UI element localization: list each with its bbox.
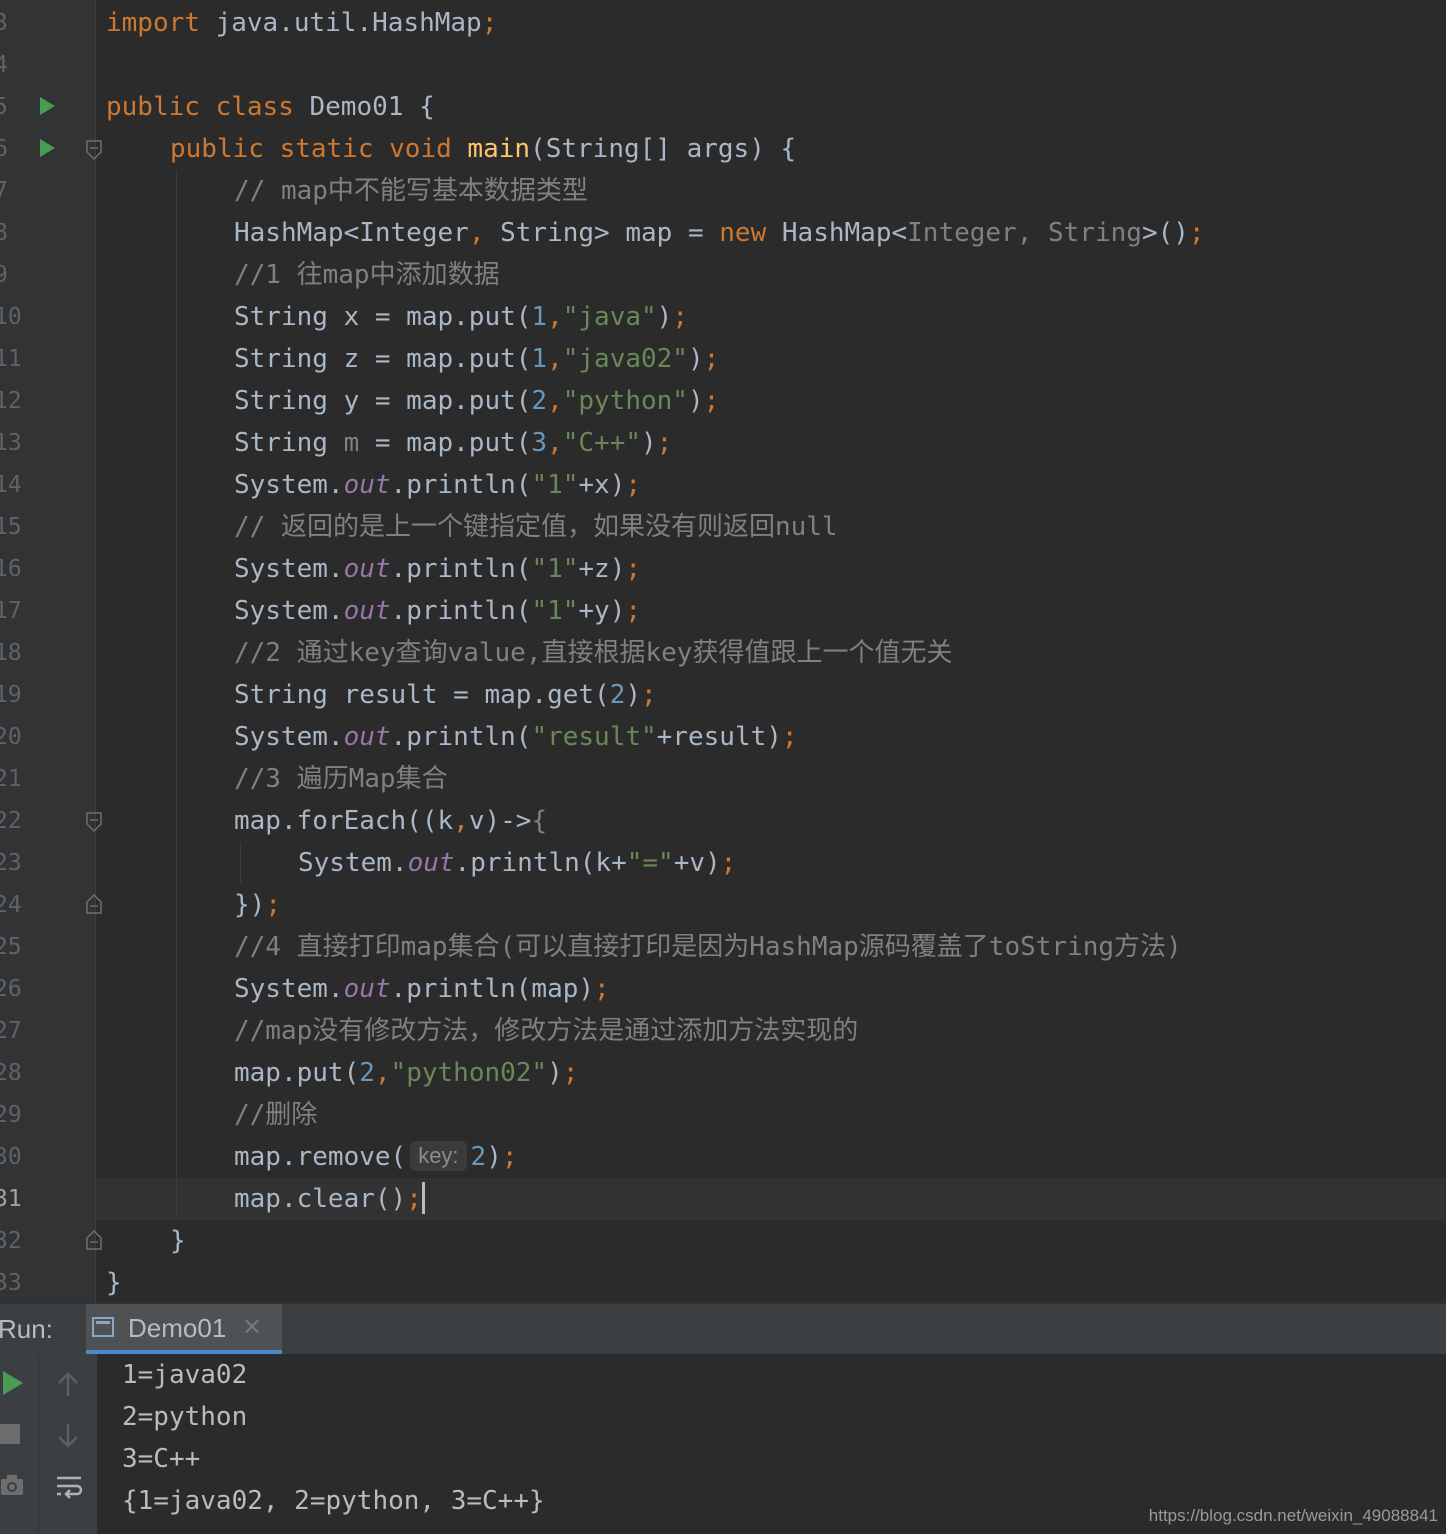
line-number: 17 bbox=[0, 598, 22, 624]
line-number: 4 bbox=[0, 52, 8, 78]
console-output-line: 1=java02 bbox=[122, 1360, 248, 1390]
code-line-33: } bbox=[106, 1268, 122, 1298]
line-number: 10 bbox=[0, 304, 22, 330]
code-line-21: //3 遍历Map集合 bbox=[234, 764, 448, 794]
code-line-27: //map没有修改方法，修改方法是通过添加方法实现的 bbox=[234, 1016, 859, 1046]
code-line-30: map.remove(key: 2); bbox=[234, 1140, 518, 1172]
code-line-3: import java.util.HashMap; bbox=[106, 8, 498, 38]
line-number: 23 bbox=[0, 850, 22, 876]
code-line-18: //2 通过key查询value,直接根据key获得值跟上一个值无关 bbox=[234, 638, 953, 668]
code-line-5: public class Demo01 { bbox=[106, 92, 435, 122]
line-number: 29 bbox=[0, 1102, 22, 1128]
code-line-8: HashMap<Integer, String> map = new HashM… bbox=[234, 218, 1205, 248]
code-line-7: // map中不能写基本数据类型 bbox=[234, 176, 588, 206]
fold-icon[interactable] bbox=[86, 812, 102, 832]
soft-wrap-icon[interactable] bbox=[55, 1474, 83, 1502]
rerun-icon[interactable] bbox=[2, 1370, 24, 1396]
code-line-24: }); bbox=[234, 890, 281, 920]
line-number: 24 bbox=[0, 892, 22, 918]
close-icon[interactable]: × bbox=[242, 1312, 262, 1340]
parameter-hint: key: bbox=[410, 1140, 467, 1171]
line-number: 31 bbox=[0, 1186, 22, 1212]
fold-icon[interactable] bbox=[86, 140, 102, 160]
code-line-20: System.out.println("result"+result); bbox=[234, 722, 798, 752]
camera-icon[interactable] bbox=[0, 1474, 24, 1496]
console-tab-icon bbox=[92, 1317, 114, 1337]
code-line-10: String x = map.put(1,"java"); bbox=[234, 302, 688, 332]
code-line-25: //4 直接打印map集合(可以直接打印是因为HashMap源码覆盖了toStr… bbox=[234, 932, 1182, 962]
run-label: Run: bbox=[0, 1314, 53, 1344]
line-number: 28 bbox=[0, 1060, 22, 1086]
run-panel-header: Run: Demo01 × bbox=[0, 1303, 1446, 1354]
code-line-12: String y = map.put(2,"python"); bbox=[234, 386, 720, 416]
scroll-down-icon[interactable] bbox=[57, 1422, 79, 1448]
code-line-13: String m = map.put(3,"C++"); bbox=[234, 428, 673, 458]
line-number: 12 bbox=[0, 388, 22, 414]
line-number: 9 bbox=[0, 262, 8, 288]
code-line-26: System.out.println(map); bbox=[234, 974, 610, 1004]
code-line-32: } bbox=[170, 1226, 186, 1256]
code-editor[interactable]: 3 4 5 6 7 8 9 10 11 12 13 14 15 16 17 18 19 20 21 22 23 24 25 2… bbox=[0, 0, 1446, 1303]
line-number: 22 bbox=[0, 808, 22, 834]
gutter-separator bbox=[95, 0, 96, 1303]
line-number: 13 bbox=[0, 430, 22, 456]
line-number: 27 bbox=[0, 1018, 22, 1044]
line-number: 19 bbox=[0, 682, 22, 708]
line-number: 14 bbox=[0, 472, 22, 498]
code-line-14: System.out.println("1"+x); bbox=[234, 470, 642, 500]
console-output-line: 2=python bbox=[122, 1402, 248, 1432]
console-output-line: {1=java02, 2=python, 3=C++} bbox=[122, 1486, 545, 1516]
line-number: 21 bbox=[0, 766, 22, 792]
line-number: 15 bbox=[0, 514, 22, 540]
watermark: https://blog.csdn.net/weixin_49088841 bbox=[1148, 1506, 1438, 1525]
code-line-29: //删除 bbox=[234, 1100, 318, 1130]
line-number: 25 bbox=[0, 934, 22, 960]
code-line-15: // 返回的是上一个键指定值，如果没有则返回null bbox=[234, 512, 838, 542]
line-number: 32 bbox=[0, 1228, 22, 1254]
console-output-line: 3=C++ bbox=[122, 1444, 201, 1474]
code-line-17: System.out.println("1"+y); bbox=[234, 596, 642, 626]
code-line-9: //1 往map中添加数据 bbox=[234, 260, 500, 290]
line-number: 16 bbox=[0, 556, 22, 582]
line-number: 6 bbox=[0, 136, 8, 162]
fold-icon[interactable] bbox=[86, 894, 102, 914]
line-number: 3 bbox=[0, 10, 8, 36]
line-number: 18 bbox=[0, 640, 22, 666]
code-line-23: System.out.println(k+"="+v); bbox=[298, 848, 737, 878]
fold-icon[interactable] bbox=[86, 1230, 102, 1250]
code-line-16: System.out.println("1"+z); bbox=[234, 554, 642, 584]
code-line-28: map.put(2,"python02"); bbox=[234, 1058, 579, 1088]
indent-guide bbox=[240, 842, 241, 884]
run-gutter-icon[interactable] bbox=[40, 97, 55, 115]
line-number: 11 bbox=[0, 346, 22, 372]
scroll-up-icon[interactable] bbox=[57, 1372, 79, 1398]
code-line-11: String z = map.put(1,"java02"); bbox=[234, 344, 720, 374]
tab-demo01[interactable]: Demo01 × bbox=[86, 1304, 282, 1354]
line-number: 5 bbox=[0, 94, 8, 120]
tab-label: Demo01 bbox=[128, 1313, 227, 1343]
stop-icon[interactable] bbox=[0, 1424, 20, 1444]
line-number: 26 bbox=[0, 976, 22, 1002]
run-toolbar bbox=[0, 1354, 38, 1534]
line-number: 8 bbox=[0, 220, 8, 246]
code-line-31: map.clear(); bbox=[234, 1178, 425, 1220]
console-toolbar bbox=[38, 1354, 97, 1534]
code-line-6: public static void main(String[] args) { bbox=[170, 134, 797, 164]
line-number: 33 bbox=[0, 1270, 22, 1296]
run-gutter-icon[interactable] bbox=[40, 139, 55, 157]
code-line-22: map.forEach((k,v)->{ bbox=[234, 806, 548, 836]
line-number: 20 bbox=[0, 724, 22, 750]
line-number: 30 bbox=[0, 1144, 22, 1170]
line-number: 7 bbox=[0, 178, 8, 204]
text-caret bbox=[421, 1181, 425, 1214]
code-line-19: String result = map.get(2); bbox=[234, 680, 657, 710]
indent-guide bbox=[176, 170, 177, 1220]
